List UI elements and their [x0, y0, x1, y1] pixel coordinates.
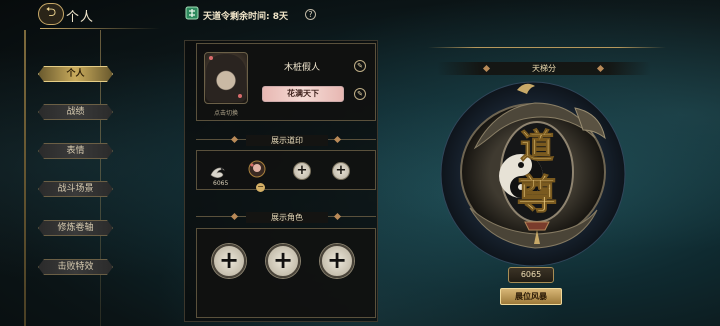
sidebar-item-profile[interactable]: 个人: [38, 66, 113, 82]
sidebar-item-defeat-effect[interactable]: 击败特效: [38, 259, 113, 275]
back-arrow-icon: ⮌: [45, 5, 57, 20]
flower-decoration: [209, 56, 213, 60]
avatar-switch-caption[interactable]: 点击切换: [206, 108, 246, 117]
rank-emblem[interactable]: 道 尊: [425, 78, 645, 270]
remove-seal-icon[interactable]: −: [256, 183, 265, 192]
add-seal-button[interactable]: +: [332, 162, 350, 180]
top-bar: ⮌ 个人 天道令剩余时间: 8天 ?: [0, 0, 720, 30]
back-button[interactable]: ⮌: [38, 3, 64, 25]
character-seal-icon[interactable]: [246, 159, 268, 181]
jade-token-icon: [185, 6, 199, 20]
ladder-score: 6065: [508, 267, 554, 283]
player-name: 木桩假人: [283, 63, 320, 73]
seal-section-title: 展示道印: [246, 135, 328, 146]
page-title: 个人: [66, 10, 95, 25]
add-role-button[interactable]: +: [266, 244, 300, 278]
add-role-button[interactable]: +: [212, 244, 246, 278]
edit-title-icon[interactable]: ✎: [354, 88, 366, 100]
add-role-button[interactable]: +: [320, 244, 354, 278]
emblem-char-zun: 尊: [517, 171, 557, 218]
sidebar-rail: [24, 30, 26, 326]
title-underline: [40, 28, 160, 29]
edit-name-icon[interactable]: ✎: [354, 60, 366, 72]
emblem-char-dao: 道: [520, 127, 554, 167]
sidebar-item-battle-scene[interactable]: 战斗场景: [38, 181, 113, 197]
ranked-battle-button[interactable]: 晨位风暴: [500, 288, 562, 305]
sidebar-item-cultivation-scroll[interactable]: 修炼卷轴: [38, 220, 113, 236]
add-seal-button[interactable]: +: [293, 162, 311, 180]
help-icon[interactable]: ?: [305, 9, 316, 20]
token-remaining-text: 天道令剩余时间: 8天: [203, 12, 288, 22]
sidebar-item-emote[interactable]: 表情: [38, 143, 113, 159]
flower-decoration: [238, 94, 242, 98]
sidebar-item-record[interactable]: 战绩: [38, 104, 113, 120]
role-section-title: 展示角色: [246, 212, 328, 223]
seal-label: 6065: [213, 180, 229, 187]
ladder-title: 天梯分: [437, 62, 651, 75]
title-nameplate: 花满天下: [262, 86, 344, 102]
ladder-header-line: [428, 47, 666, 48]
